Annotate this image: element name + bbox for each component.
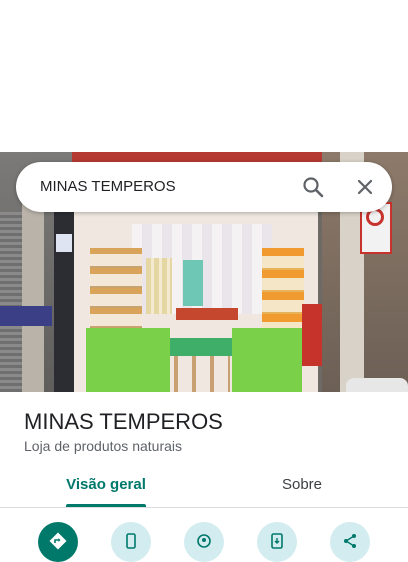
call-button[interactable] — [111, 522, 151, 562]
tabs-divider — [0, 507, 408, 508]
search-query[interactable]: MINAS TEMPEROS — [40, 162, 176, 212]
directions-icon — [49, 532, 67, 550]
directions-button[interactable] — [38, 522, 78, 562]
tab-overview-label: Visão geral — [66, 476, 146, 493]
tab-overview[interactable]: Visão geral — [52, 474, 160, 508]
tab-about[interactable]: Sobre — [252, 474, 352, 508]
nearby-button[interactable] — [184, 522, 224, 562]
share-icon — [344, 534, 356, 548]
search-bar[interactable]: MINAS TEMPEROS — [16, 162, 392, 212]
share-button[interactable] — [330, 522, 370, 562]
send-to-phone-button[interactable] — [257, 522, 297, 562]
place-title: MINAS TEMPEROS — [24, 409, 223, 434]
close-icon[interactable] — [352, 174, 378, 200]
tab-about-label: Sobre — [281, 476, 323, 493]
place-category[interactable]: Loja de produtos naturais — [24, 437, 182, 455]
blank-top-area — [0, 0, 408, 152]
nearby-icon — [197, 534, 211, 548]
search-icon[interactable] — [300, 174, 328, 200]
send-to-phone-icon — [271, 533, 283, 549]
phone-icon — [126, 533, 136, 549]
